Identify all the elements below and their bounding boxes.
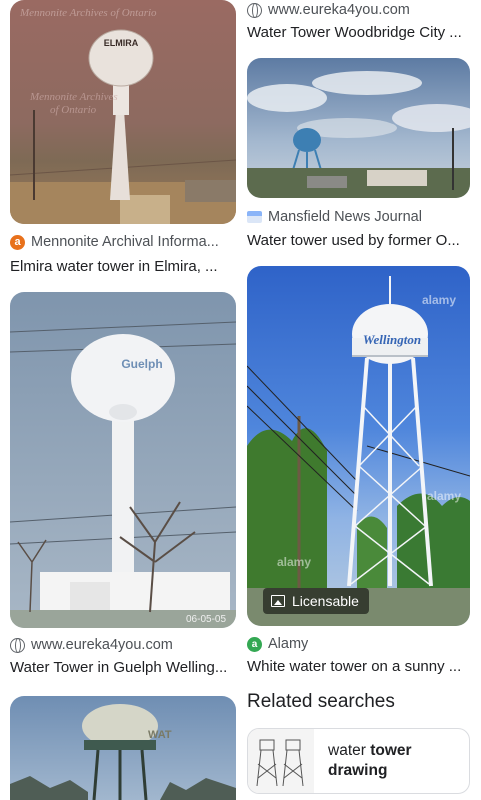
result-image-guelph[interactable]: Guelph 06-05-05	[10, 292, 236, 628]
result-title[interactable]: Elmira water tower in Elmira, ...	[10, 258, 236, 275]
result-image-partial[interactable]: WAT	[10, 696, 236, 800]
result-source[interactable]: Mansfield News Journal	[247, 209, 470, 225]
result-title[interactable]: Water Tower in Guelph Welling...	[10, 659, 236, 676]
result-title[interactable]: Water tower used by former O...	[247, 232, 470, 249]
result-source[interactable]: a Mennonite Archival Informa...	[10, 234, 236, 250]
tower-label-elmira: ELMIRA	[104, 38, 139, 48]
svg-text:alamy: alamy	[427, 489, 461, 503]
news-icon	[247, 211, 262, 223]
result-image-mansfield[interactable]	[247, 58, 470, 198]
alamy-icon: a	[247, 636, 262, 652]
result-image-wellington[interactable]: Wellington alamy alamy alamy Licensable	[247, 266, 470, 626]
globe-icon	[247, 2, 262, 18]
globe-icon	[10, 637, 25, 653]
licensable-badge[interactable]: Licensable	[263, 588, 369, 614]
watermark-text: alamy	[422, 293, 456, 307]
tower-label-wellington: Wellington	[363, 332, 421, 347]
result-title[interactable]: Water Tower Woodbridge City ...	[247, 24, 470, 41]
svg-text:Mennonite Archives: Mennonite Archives	[29, 91, 118, 103]
letter-a-icon: a	[10, 234, 25, 250]
related-searches-heading: Related searches	[247, 691, 395, 712]
result-source[interactable]: a Alamy	[247, 636, 470, 652]
svg-text:alamy: alamy	[277, 555, 311, 569]
related-search-chip[interactable]: water tower drawing	[247, 728, 470, 794]
image-icon	[271, 595, 285, 607]
svg-text:of Ontario: of Ontario	[50, 104, 97, 116]
result-image-elmira[interactable]: ELMIRA Mennonite Archives of Ontario Men…	[10, 0, 236, 224]
related-search-label: water tower drawing	[328, 742, 412, 779]
image-date-stamp: 06-05-05	[186, 614, 226, 625]
related-thumbnail	[248, 729, 314, 793]
tower-label-partial: WAT	[148, 729, 172, 741]
watermark-text: Mennonite Archives of Ontario	[19, 7, 157, 19]
result-title[interactable]: White water tower on a sunny ...	[247, 658, 470, 675]
result-source[interactable]: www.eureka4you.com	[247, 2, 470, 18]
result-source[interactable]: www.eureka4you.com	[10, 637, 236, 653]
tower-label-guelph: Guelph	[121, 357, 162, 371]
